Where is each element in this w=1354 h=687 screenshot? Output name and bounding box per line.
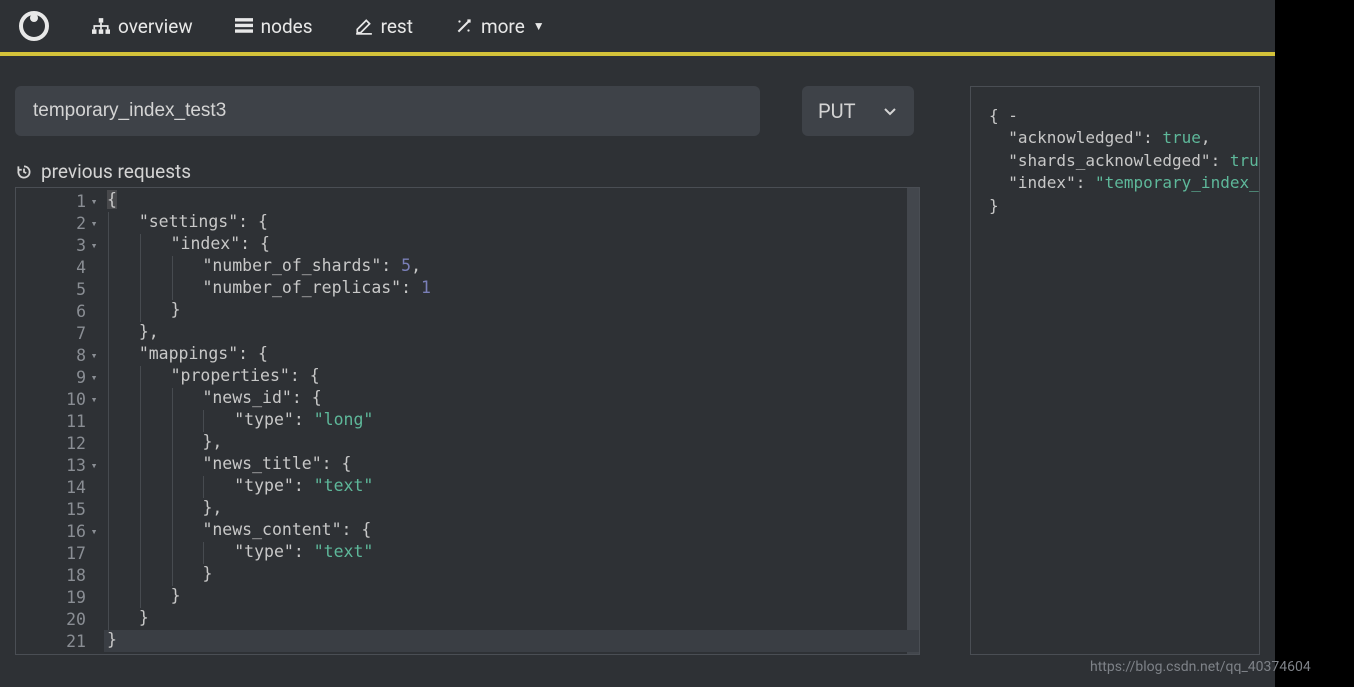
nav-nodes[interactable]: nodes — [235, 15, 313, 38]
history-icon — [15, 163, 33, 181]
chevron-down-icon — [882, 103, 898, 119]
nav-more[interactable]: more ▼ — [455, 15, 545, 38]
navbar: overview nodes rest more ▼ — [0, 0, 1275, 52]
nav-label: nodes — [261, 15, 313, 38]
nav-label: more — [481, 15, 525, 38]
http-method-select[interactable]: PUT — [802, 86, 914, 136]
editor-gutter: 1▾2▾3▾45678▾9▾10▾111213▾141516▾171819202… — [16, 188, 104, 654]
path-input[interactable] — [15, 86, 760, 136]
watermark-text: https://blog.csdn.net/qq_40374604 — [1090, 659, 1275, 675]
nav-label: overview — [118, 15, 193, 38]
previous-requests-link[interactable]: previous requests — [15, 160, 920, 183]
request-body-editor[interactable]: 1▾2▾3▾45678▾9▾10▾111213▾141516▾171819202… — [15, 187, 920, 655]
caret-down-icon: ▼ — [533, 19, 545, 33]
magic-icon — [455, 17, 473, 35]
previous-requests-label: previous requests — [41, 160, 191, 183]
app-logo[interactable] — [18, 10, 50, 42]
sitemap-icon — [92, 17, 110, 35]
editor-code-area[interactable]: { "settings": { "index": { "number_of_sh… — [104, 188, 919, 654]
method-value: PUT — [818, 99, 856, 123]
nav-label: rest — [381, 15, 413, 38]
nav-overview[interactable]: overview — [92, 15, 193, 38]
list-icon — [235, 17, 253, 35]
nav-rest[interactable]: rest — [355, 15, 413, 38]
edit-icon — [355, 17, 373, 35]
response-panel: { - "acknowledged": true, "shards_acknow… — [970, 86, 1260, 655]
